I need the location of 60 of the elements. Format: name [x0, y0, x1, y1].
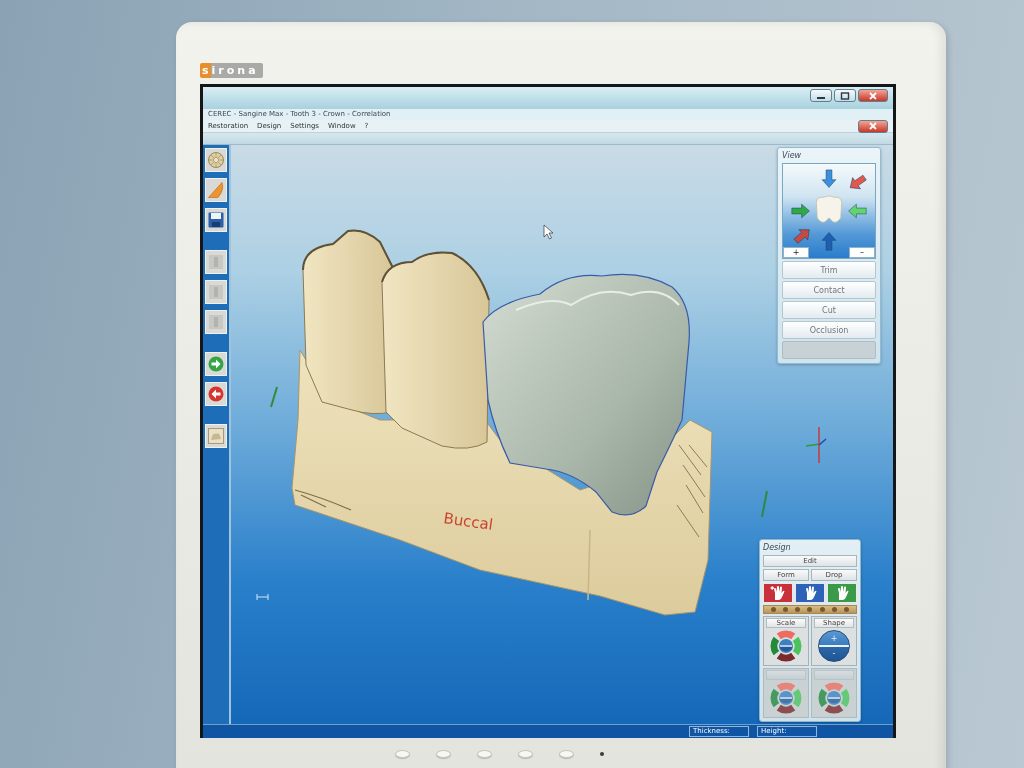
left-arrow-icon[interactable] [848, 203, 867, 219]
tooth-icon [815, 195, 843, 223]
marker-icon [270, 386, 278, 408]
monitor-button[interactable] [477, 750, 492, 758]
view-tool-button[interactable]: Occlusion [782, 321, 876, 339]
dial-header [814, 670, 854, 680]
save-icon [208, 212, 224, 228]
size-selector[interactable] [763, 605, 857, 614]
shape-dial[interactable]: + - [818, 630, 850, 662]
right-arrow-icon[interactable] [791, 203, 810, 219]
tool-button[interactable] [205, 382, 227, 406]
ring-dial-icon[interactable] [770, 630, 802, 662]
down-arrow-icon[interactable] [821, 169, 837, 188]
hand-tool-button[interactable] [763, 583, 793, 603]
faded-tool-icon [208, 284, 224, 300]
monitor-button[interactable] [436, 750, 451, 758]
monitor-button[interactable] [395, 750, 410, 758]
marker-icon [761, 490, 768, 518]
up-arrow-icon[interactable] [821, 232, 837, 251]
view-tool-button[interactable]: Cut [782, 301, 876, 319]
maximize-button[interactable] [834, 89, 856, 102]
picture-icon [208, 428, 224, 444]
hand-plus-icon [770, 585, 786, 601]
zoom-in-button[interactable]: + [783, 247, 809, 258]
size-dot-icon [819, 607, 825, 612]
zoom-out-button[interactable]: – [849, 247, 875, 258]
maximize-icon [840, 91, 850, 100]
hand-tool-button[interactable] [795, 583, 825, 603]
monitor-button[interactable] [559, 750, 574, 758]
hand-tool-button[interactable] [827, 583, 857, 603]
cursor-icon [543, 224, 554, 240]
scale-bar-icon [256, 593, 269, 601]
close-icon [868, 91, 878, 100]
size-dot-icon [807, 607, 813, 612]
size-dot-icon [770, 607, 776, 612]
close-button[interactable] [858, 89, 888, 102]
dial-header [766, 670, 806, 680]
size-dot-icon [782, 607, 788, 612]
faded-tool-icon [208, 254, 224, 270]
wedge-icon [208, 182, 224, 198]
right-arrow-icon [208, 356, 224, 372]
diagonal-arrow-icon[interactable] [793, 229, 810, 244]
orientation-label: Buccal [442, 509, 495, 534]
size-dot-icon [844, 607, 850, 612]
view-tool-button[interactable]: Trim [782, 261, 876, 279]
view-tool-button[interactable]: Contact [782, 281, 876, 299]
close-icon [868, 122, 878, 130]
disc-icon [208, 152, 224, 168]
panel-title: View [782, 150, 803, 161]
size-dot-icon [832, 607, 838, 612]
indicator-light-icon [600, 752, 604, 756]
size-dot-icon [795, 607, 801, 612]
tool-button[interactable] [205, 208, 227, 232]
diagonal-arrow-icon[interactable] [849, 174, 867, 190]
monitor-button[interactable] [518, 750, 533, 758]
left-arrow-icon [208, 386, 224, 402]
minimize-button[interactable] [810, 89, 832, 102]
panel-title: Design [763, 542, 792, 553]
axis-icon [805, 426, 827, 464]
faded-tool-icon [208, 314, 224, 330]
